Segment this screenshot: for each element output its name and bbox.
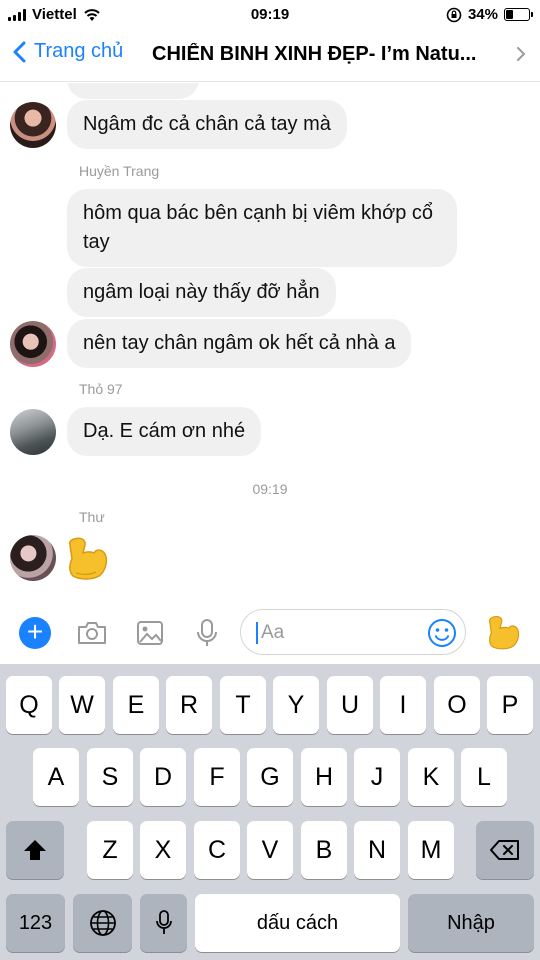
message-bubble-clipped [67,83,199,99]
text-caret [256,622,258,644]
back-label: Trang chủ [34,40,124,62]
flexed-biceps-emoji[interactable] [66,535,110,583]
key-d[interactable]: D [140,748,186,806]
key-o[interactable]: O [434,676,480,734]
key-g[interactable]: G [247,748,293,806]
status-right: 34% [446,6,533,23]
back-button[interactable]: Trang chủ [12,40,123,63]
key-h[interactable]: H [301,748,347,806]
emoji-smiley-icon[interactable] [427,618,457,648]
message-bubble[interactable]: ngâm loại này thấy đỡ hẳn [67,268,336,317]
key-k[interactable]: K [408,748,454,806]
numbers-key[interactable]: 123 [6,894,65,952]
chevron-right-icon[interactable] [516,46,526,62]
plus-icon[interactable]: + [19,617,51,649]
globe-key[interactable] [73,894,132,952]
key-n[interactable]: N [354,821,400,879]
shift-key[interactable] [6,821,64,879]
key-s[interactable]: S [87,748,133,806]
message-bubble[interactable]: Ngâm đc cả chân cả tay mà [67,100,347,149]
avatar-sender-1[interactable] [10,102,56,148]
avatar-sender-2[interactable] [10,321,56,367]
key-w[interactable]: W [59,676,105,734]
key-p[interactable]: P [487,676,533,734]
key-q[interactable]: Q [6,676,52,734]
camera-icon[interactable] [75,616,109,650]
key-r[interactable]: R [166,676,212,734]
dictation-key[interactable] [140,894,187,952]
rotation-lock-icon [446,7,462,22]
flexed-biceps-send-icon[interactable] [486,614,522,652]
sender-name: Huyền Trang [79,163,160,179]
key-e[interactable]: E [113,676,159,734]
key-i[interactable]: I [380,676,426,734]
message-bubble[interactable]: hôm qua bác bên cạnh bị viêm khớp cổ tay [67,189,457,267]
microphone-icon[interactable] [190,616,224,650]
composer-bar: + Aa [0,604,540,662]
image-icon[interactable] [133,616,167,650]
key-z[interactable]: Z [87,821,133,879]
nav-bar: Trang chủ CHIẾN BINH XINH ĐẸP- I’m Natu.… [0,30,540,82]
key-a[interactable]: A [33,748,79,806]
space-key[interactable]: dấu cách [195,894,400,952]
key-l[interactable]: L [461,748,507,806]
key-t[interactable]: T [220,676,266,734]
key-x[interactable]: X [140,821,186,879]
status-bar: Viettel 09:19 34% [0,0,540,30]
keyboard: Q W E R T Y U I O P A S D F G H J K L Z … [0,664,540,960]
microphone-key-icon [155,910,172,934]
message-bubble[interactable]: nên tay chân ngâm ok hết cả nhà a [67,319,412,368]
return-key[interactable]: Nhập [408,894,534,952]
avatar-sender-4[interactable] [10,535,56,581]
key-c[interactable]: C [194,821,240,879]
message-timestamp: 09:19 [252,481,288,497]
key-f[interactable]: F [194,748,240,806]
key-b[interactable]: B [301,821,347,879]
avatar-sender-3[interactable] [10,409,56,455]
message-list[interactable]: Ngâm đc cả chân cả tay mà Huyền Trang hô… [0,83,540,603]
key-j[interactable]: J [354,748,400,806]
backspace-icon [490,840,519,860]
conversation-title[interactable]: CHIẾN BINH XINH ĐẸP- I’m Natu... [152,43,512,66]
key-m[interactable]: M [408,821,454,879]
sender-name: Thư [79,509,105,525]
message-input-placeholder: Aa [261,622,285,643]
battery-percent: 34% [467,6,498,23]
battery-icon [504,8,533,21]
key-u[interactable]: U [327,676,373,734]
shift-arrow-icon [24,840,46,860]
message-input[interactable]: Aa [240,609,466,655]
backspace-key[interactable] [476,821,534,879]
chevron-left-icon [13,41,26,62]
key-v[interactable]: V [247,821,293,879]
sender-name: Thỏ 97 [79,381,123,397]
globe-icon [89,910,116,936]
message-bubble[interactable]: Dạ. E cám ơn nhé [67,407,262,456]
key-y[interactable]: Y [273,676,319,734]
